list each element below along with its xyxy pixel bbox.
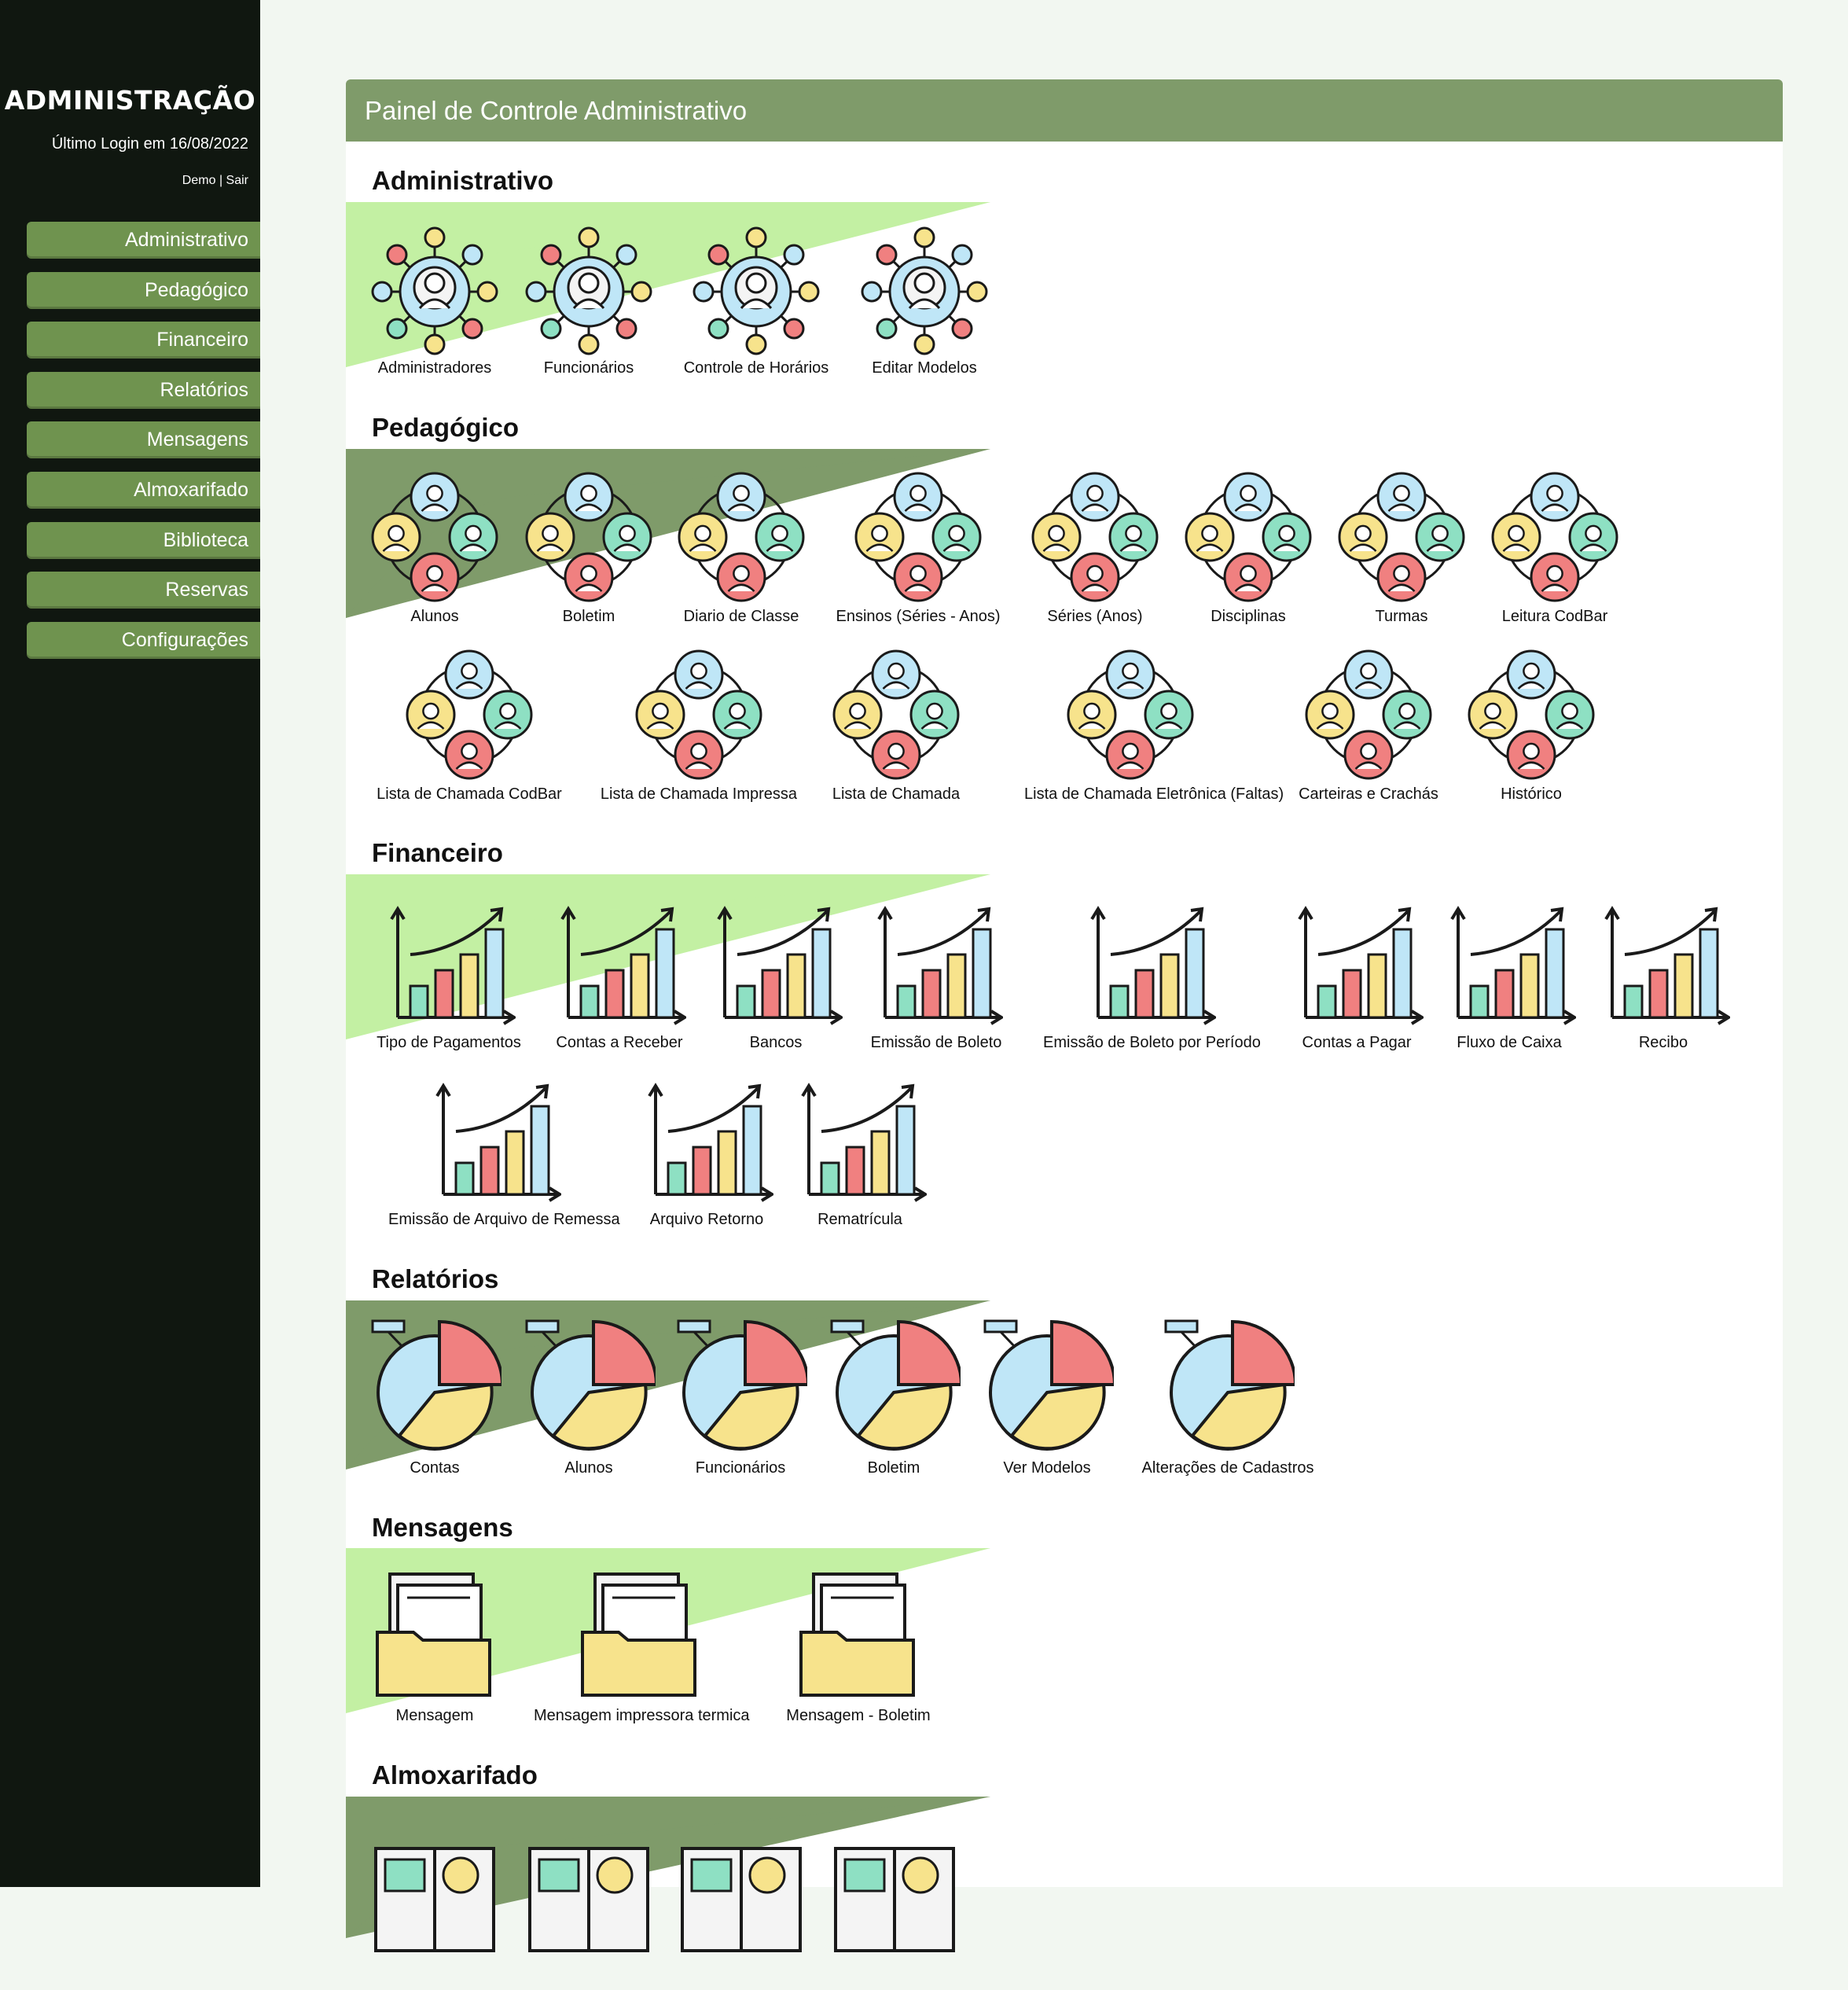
tile-financeiro-8[interactable]: Emissão de Arquivo de Remessa xyxy=(388,1076,620,1234)
logout-link[interactable]: Sair xyxy=(226,174,248,187)
nav-button-financeiro[interactable]: Financeiro xyxy=(27,322,260,359)
separator: | xyxy=(219,174,223,187)
tile-almoxarifado-3[interactable] xyxy=(804,1825,985,1990)
tile-label: Lista de Chamada Impressa xyxy=(600,785,798,803)
section-title-financeiro: Financeiro xyxy=(372,838,503,867)
tile-relatorios-5[interactable]: Alterações de Cadastros xyxy=(1137,1318,1318,1483)
tile-label: Mensagem xyxy=(395,1707,474,1724)
tile-label: Alterações de Cadastros xyxy=(1141,1459,1314,1477)
tile-pedagogico-2[interactable]: Diario de Classe xyxy=(651,470,832,631)
nav-button-almoxarifado[interactable]: Almoxarifado xyxy=(27,471,260,509)
tile-mensagens-1[interactable]: Mensagem impressora termica xyxy=(534,1569,750,1731)
last-login-text: Último Login em 16/08/2022 xyxy=(51,135,248,153)
tile-label: Mensagem impressora termica xyxy=(534,1707,750,1724)
user-links: Demo | Sair xyxy=(182,174,248,188)
nav-button-configuracoes[interactable]: Configurações xyxy=(27,621,260,659)
tile-label: Recibo xyxy=(1638,1034,1688,1051)
tile-pedagogico-7[interactable]: Leitura CodBar xyxy=(1464,470,1645,631)
section-title-almoxarifado: Almoxarifado xyxy=(372,1760,538,1790)
nav-button-mensagens[interactable]: Mensagens xyxy=(27,421,260,459)
tile-administrativo-3[interactable]: Editar Modelos xyxy=(834,225,1015,383)
sidebar-nav: Administrativo Pedagógico Financeiro Rel… xyxy=(27,222,260,671)
tile-label: Emissão de Arquivo de Remessa xyxy=(388,1211,620,1228)
control-panel: Painel de Controle Administrativo Admini… xyxy=(344,79,1783,1952)
tile-label: Emissão de Boleto por Período xyxy=(1043,1034,1261,1051)
sidebar: ADMINISTRAÇÃO Último Login em 16/08/2022… xyxy=(0,0,260,1887)
section-title-mensagens: Mensagens xyxy=(372,1513,513,1542)
tile-financeiro-3[interactable]: Emissão de Boleto xyxy=(846,899,1027,1058)
tile-financeiro-4[interactable]: Emissão de Boleto por Período xyxy=(1043,899,1261,1058)
tile-label: Editar Modelos xyxy=(872,359,977,377)
tile-label: Emissão de Boleto xyxy=(870,1034,1002,1051)
section-title-relatorios: Relatórios xyxy=(372,1264,499,1293)
tile-relatorios-4[interactable]: Ver Modelos xyxy=(957,1318,1137,1483)
tile-mensagens-2[interactable]: Mensagem - Boletim xyxy=(768,1569,949,1731)
tile-pedagogico-8[interactable]: Lista de Chamada CodBar xyxy=(377,648,562,809)
tile-label: Mensagem - Boletim xyxy=(786,1707,931,1724)
tile-label: Lista de Chamada Eletrônica (Faltas) xyxy=(1024,785,1284,803)
nav-button-biblioteca[interactable]: Biblioteca xyxy=(27,521,260,559)
tile-financeiro-10[interactable]: Rematrícula xyxy=(770,1076,950,1234)
tile-mensagens-0[interactable]: Mensagem xyxy=(344,1569,525,1731)
tile-label: Rematrícula xyxy=(817,1211,902,1228)
tile-label: Lista de Chamada CodBar xyxy=(377,785,562,803)
tile-label: Histórico xyxy=(1501,785,1562,803)
nav-button-reservas[interactable]: Reservas xyxy=(27,572,260,609)
section-title-pedagogico: Pedagógico xyxy=(372,413,520,442)
nav-button-administrativo[interactable]: Administrativo xyxy=(27,222,260,259)
app-title: ADMINISTRAÇÃO xyxy=(4,85,256,116)
nav-button-relatorios[interactable]: Relatórios xyxy=(27,371,260,409)
section-title-administrativo: Administrativo xyxy=(372,166,554,195)
panel-body: Administrativo Administradores Funcionário… xyxy=(344,79,1783,1952)
tile-label: Lista de Chamada xyxy=(832,785,961,803)
tile-pedagogico-9[interactable]: Lista de Chamada Impressa xyxy=(601,648,797,809)
tile-label: Leitura CodBar xyxy=(1501,608,1608,625)
tile-financeiro-7[interactable]: Recibo xyxy=(1573,899,1754,1058)
tile-pedagogico-3[interactable]: Ensinos (Séries - Anos) xyxy=(828,470,1009,631)
user-link[interactable]: Demo xyxy=(182,174,216,187)
nav-button-pedagogico[interactable]: Pedagógico xyxy=(27,271,260,309)
tile-pedagogico-13[interactable]: Histórico xyxy=(1441,648,1622,809)
tile-pedagogico-10[interactable]: Lista de Chamada xyxy=(806,648,986,809)
tile-financeiro-0[interactable]: Tipo de Pagamentos xyxy=(358,899,539,1058)
tile-pedagogico-11[interactable]: Lista de Chamada Eletrônica (Faltas) xyxy=(1024,648,1284,809)
